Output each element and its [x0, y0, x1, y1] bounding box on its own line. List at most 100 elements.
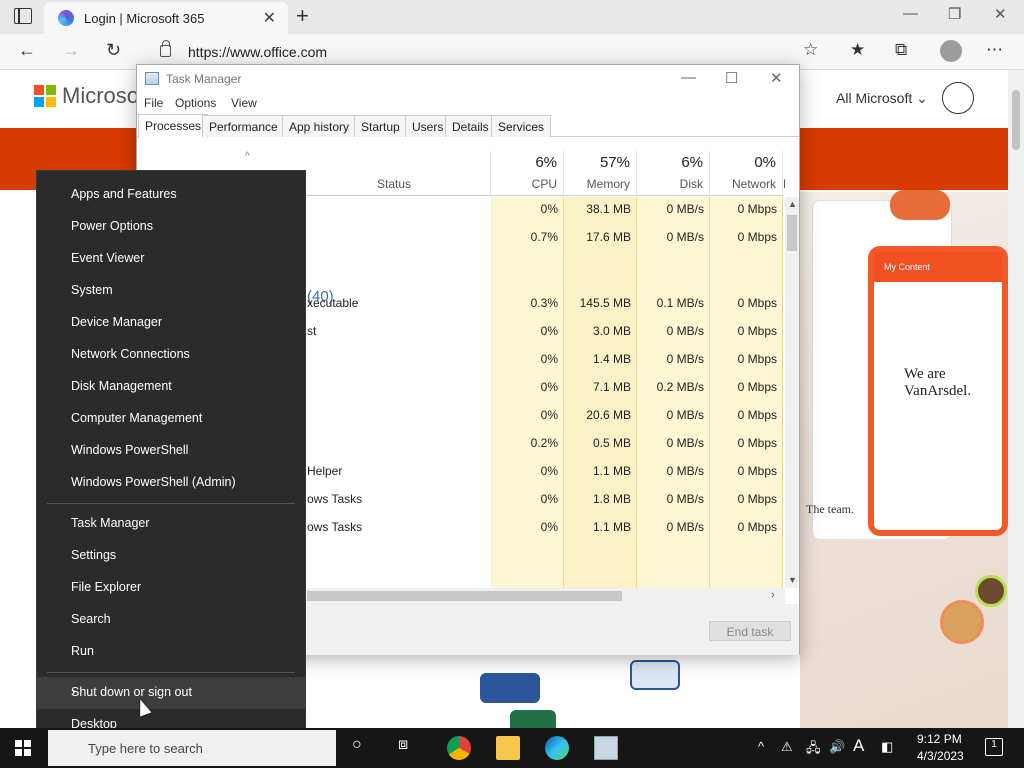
disk-column-header[interactable]: 6% Disk: [637, 151, 710, 196]
menu-item-search[interactable]: Search: [37, 604, 305, 636]
cpu-column-header[interactable]: 6% CPU: [491, 151, 564, 196]
close-icon[interactable]: ✕: [770, 69, 783, 87]
tab-app-history[interactable]: App history: [282, 115, 357, 137]
ime-indicator[interactable]: A: [853, 736, 864, 756]
menu-item-settings[interactable]: Settings: [37, 540, 305, 572]
menu-item-file-explorer[interactable]: File Explorer: [37, 572, 305, 604]
volume-icon[interactable]: 🔊: [829, 739, 845, 755]
tab-title: Login | Microsoft 365: [84, 11, 205, 26]
scroll-right-icon[interactable]: ›: [771, 589, 775, 601]
menu-item-windows-powershell[interactable]: Windows PowerShell: [37, 435, 305, 467]
process-mem-value: 1.8 MB: [592, 492, 631, 506]
tab-users[interactable]: Users: [405, 115, 451, 137]
address-bar[interactable]: https://www.office.com: [146, 38, 836, 66]
tab-startup[interactable]: Startup: [354, 115, 407, 137]
favorites-icon[interactable]: ★: [850, 40, 865, 60]
ime-mode-icon[interactable]: ◧: [881, 739, 893, 755]
menu-item-label: Windows PowerShell (Admin): [71, 475, 236, 489]
process-cpu-value: 0.2%: [530, 436, 558, 450]
power-column-header[interactable]: P: [783, 177, 785, 191]
window-title: Task Manager: [166, 72, 242, 86]
menu-file[interactable]: File: [144, 96, 163, 110]
url-text[interactable]: https://www.office.com: [188, 44, 327, 60]
task-manager-taskbar-icon[interactable]: [594, 736, 618, 760]
menu-item-task-manager[interactable]: Task Manager: [37, 508, 305, 540]
menu-item-disk-management[interactable]: Disk Management: [37, 371, 305, 403]
microsoft-logo-icon[interactable]: [34, 85, 56, 107]
menu-item-device-manager[interactable]: Device Manager: [37, 307, 305, 339]
menu-item-windows-powershell-admin[interactable]: Windows PowerShell (Admin): [37, 467, 305, 499]
lock-icon[interactable]: [160, 40, 171, 57]
close-window-icon[interactable]: ✕: [994, 5, 1007, 23]
end-task-button[interactable]: End task: [709, 621, 791, 641]
profile-avatar-icon[interactable]: [940, 40, 962, 62]
tab-performance[interactable]: Performance: [202, 115, 285, 137]
scroll-down-icon[interactable]: ▼: [788, 575, 797, 585]
browser-tab[interactable]: Login | Microsoft 365 ✕: [44, 2, 288, 34]
taskbar-search-box[interactable]: Type here to search: [48, 730, 336, 766]
menu-separator: [47, 672, 295, 673]
process-mem-value: 20.6 MB: [586, 408, 631, 422]
maximize-icon[interactable]: ☐: [725, 69, 738, 87]
menu-options[interactable]: Options: [175, 96, 216, 110]
memory-column-header[interactable]: 57% Memory: [564, 151, 637, 196]
task-manager-titlebar[interactable]: Task Manager — ☐ ✕: [137, 65, 799, 93]
menu-item-power-options[interactable]: Power Options: [37, 211, 305, 243]
process-mem-value: 1.4 MB: [592, 352, 631, 366]
tray-chevron-icon[interactable]: ^: [758, 739, 764, 754]
process-cpu-value: 0%: [540, 492, 558, 506]
collections-icon[interactable]: ⧉: [895, 40, 907, 60]
vertical-scroll-thumb[interactable]: [787, 215, 797, 251]
tab-close-icon[interactable]: ✕: [263, 8, 276, 28]
tab-actions-icon[interactable]: [14, 8, 32, 24]
network-icon[interactable]: 🖧: [806, 739, 821, 761]
clock-date[interactable]: 4/3/2023: [917, 749, 964, 763]
clock-time[interactable]: 9:12 PM: [917, 732, 962, 746]
tab-services[interactable]: Services: [491, 115, 552, 137]
task-view-icon[interactable]: ⧈: [398, 736, 408, 754]
menu-view[interactable]: View: [231, 96, 257, 110]
notification-icon[interactable]: 1: [985, 738, 1003, 756]
file-explorer-icon[interactable]: [496, 736, 520, 760]
process-net-value: 0 Mbps: [737, 352, 777, 366]
chrome-icon[interactable]: [447, 736, 471, 760]
edge-icon[interactable]: [545, 736, 569, 760]
menu-item-event-viewer[interactable]: Event Viewer: [37, 243, 305, 275]
menu-item-system[interactable]: System: [37, 275, 305, 307]
process-net-value: 0 Mbps: [737, 380, 777, 394]
windows-start-icon[interactable]: [15, 740, 31, 756]
minimize-icon[interactable]: —: [903, 5, 918, 22]
menu-item-network-connections[interactable]: Network Connections: [37, 339, 305, 371]
menu-item-label: Power Options: [71, 219, 153, 233]
menu-item-apps-and-features[interactable]: Apps and Features: [37, 179, 305, 211]
all-microsoft-menu[interactable]: All Microsoft ⌄: [836, 90, 928, 107]
restore-icon[interactable]: ❐: [948, 5, 961, 23]
scroll-up-icon[interactable]: ▲: [788, 199, 797, 209]
menu-item-computer-management[interactable]: Computer Management: [37, 403, 305, 435]
menu-item-label: Task Manager: [71, 516, 150, 530]
horizontal-scroll-thumb[interactable]: [307, 591, 622, 601]
menu-item-shut-down-or-sign-out[interactable]: Shut down or sign out ›: [37, 677, 305, 709]
process-net-value: 0 Mbps: [737, 230, 777, 244]
new-tab-icon[interactable]: +: [296, 3, 309, 29]
more-menu-icon[interactable]: ⋯: [986, 40, 1003, 60]
add-favorite-icon[interactable]: ☆: [803, 40, 818, 60]
back-icon[interactable]: ←: [18, 40, 36, 61]
page-scrollbar[interactable]: [1008, 70, 1024, 728]
refresh-icon[interactable]: ↻: [106, 40, 121, 61]
minimize-icon[interactable]: —: [681, 69, 696, 86]
account-icon[interactable]: [942, 82, 974, 114]
orange-shape: [890, 190, 950, 220]
network-column-header[interactable]: 0% Network: [710, 151, 783, 196]
tab-processes[interactable]: Processes: [138, 114, 209, 138]
security-icon[interactable]: ⚠: [781, 739, 793, 755]
microsoft365-icon: [58, 10, 74, 26]
forward-icon[interactable]: →: [62, 40, 80, 61]
task-manager-icon: [145, 72, 159, 85]
menu-item-run[interactable]: Run: [37, 636, 305, 668]
tab-details[interactable]: Details: [445, 115, 496, 137]
cortana-icon[interactable]: ○: [352, 736, 362, 754]
page-scroll-thumb[interactable]: [1012, 90, 1020, 150]
process-vertical-scrollbar[interactable]: ▲ ▼: [785, 197, 799, 588]
status-column-header[interactable]: Status: [371, 151, 491, 196]
